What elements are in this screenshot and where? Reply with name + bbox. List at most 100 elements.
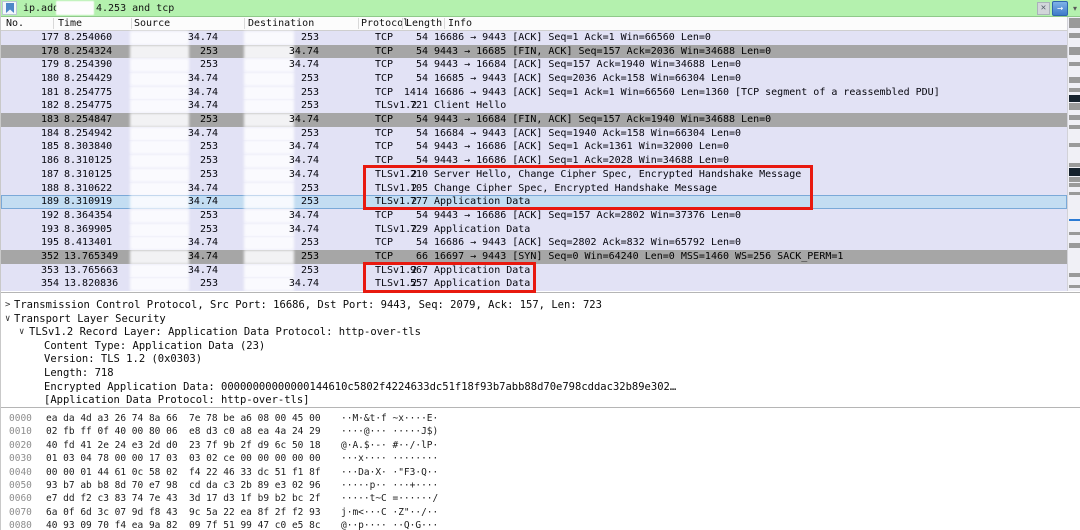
packet-no: 181 [19, 86, 59, 100]
packet-no: 192 [19, 209, 59, 223]
packet-list-header[interactable]: No.TimeSourceDestinationProtocolLengthIn… [1, 17, 1080, 31]
packet-destination: 34.74 [263, 58, 319, 72]
scrollbar-mark [1069, 219, 1080, 221]
filter-dropdown-arrow-icon[interactable]: ▾ [1070, 3, 1080, 14]
column-separator[interactable] [444, 18, 445, 29]
scrollbar-mark [1069, 168, 1080, 176]
expanded-arrow-icon[interactable]: ∨ [19, 325, 24, 339]
hex-dump-pane[interactable]: 0000ea da 4d a3 26 74 8a 66 7e 78 be a6 … [1, 407, 1080, 530]
filter-bookmark-button[interactable] [2, 1, 17, 15]
column-separator[interactable] [244, 18, 245, 29]
hex-row-0070[interactable]: 00706a 0f 6d 3c 07 9d f8 43 9c 5a 22 ea … [1, 506, 1080, 519]
hex-row-0020[interactable]: 002040 fd 41 2e 24 e3 2d d0 23 7f 9b 2f … [1, 439, 1080, 452]
hex-bytes: 00 00 01 44 61 0c 58 02 f4 22 46 33 dc 5… [46, 466, 321, 479]
collapsed-arrow-icon[interactable]: > [5, 298, 10, 312]
hex-offset: 0010 [9, 425, 32, 438]
packet-row-178[interactable]: 1788.25432425334.74TCP549443 → 16685 [FI… [1, 45, 1067, 59]
hex-row-0010[interactable]: 001002 fb ff 0f 40 00 80 06 e8 d3 c0 a8 … [1, 425, 1080, 438]
packet-list[interactable]: 1778.25406034.74253TCP5416686 → 9443 [AC… [1, 31, 1067, 291]
packet-time: 8.310125 [64, 154, 112, 168]
packet-row-192[interactable]: 1928.36435425334.74TCP549443 → 16686 [AC… [1, 209, 1067, 223]
packet-length: 54 [389, 140, 428, 154]
display-filter-bar[interactable]: ip.addr eq 4.253 and tcp ✕ → ▾ [1, 0, 1080, 17]
detail-line[interactable]: Version: TLS 1.2 (0x0303) [1, 352, 1080, 366]
packet-row-183[interactable]: 1838.25484725334.74TCP549443 → 16684 [FI… [1, 113, 1067, 127]
apply-filter-button[interactable]: → [1052, 1, 1068, 16]
hex-ascii: ···x···· ········ [341, 452, 438, 465]
detail-line[interactable]: ∨TLSv1.2 Record Layer: Application Data … [1, 325, 1080, 339]
packet-source: 253 [161, 58, 218, 72]
hex-ascii: ·····t~C =······/ [341, 492, 438, 505]
packet-no: 353 [19, 264, 59, 278]
packet-details-pane[interactable]: >Transmission Control Protocol, Src Port… [1, 292, 1080, 406]
packet-row-180[interactable]: 1808.25442934.74253TCP5416685 → 9443 [AC… [1, 72, 1067, 86]
packet-row-182[interactable]: 1828.25477534.74253TLSv1.2721Client Hell… [1, 99, 1067, 113]
detail-line[interactable]: Content Type: Application Data (23) [1, 339, 1080, 353]
hex-row-0080[interactable]: 008040 93 09 70 f4 ea 9a 82 09 7f 51 99 … [1, 519, 1080, 530]
packet-no: 354 [19, 277, 59, 291]
packet-destination: 34.74 [263, 113, 319, 127]
packet-no: 185 [19, 140, 59, 154]
packet-no: 177 [19, 31, 59, 45]
detail-line[interactable]: Encrypted Application Data: 000000000000… [1, 380, 1080, 394]
hex-bytes: 40 fd 41 2e 24 e3 2d d0 23 7f 9b 2f d9 6… [46, 439, 321, 452]
detail-text: Encrypted Application Data: 000000000000… [44, 380, 676, 394]
hex-offset: 0000 [9, 412, 32, 425]
packet-time: 8.254060 [64, 31, 112, 45]
packet-row-177[interactable]: 1778.25406034.74253TCP5416686 → 9443 [AC… [1, 31, 1067, 45]
hex-row-0040[interactable]: 004000 00 01 44 61 0c 58 02 f4 22 46 33 … [1, 466, 1080, 479]
hex-row-0000[interactable]: 0000ea da 4d a3 26 74 8a 66 7e 78 be a6 … [1, 412, 1080, 425]
hex-offset: 0080 [9, 519, 32, 530]
detail-line[interactable]: [Application Data Protocol: http-over-tl… [1, 393, 1080, 407]
packet-row-185[interactable]: 1858.30384025334.74TCP549443 → 16686 [AC… [1, 140, 1067, 154]
column-separator[interactable] [53, 18, 54, 29]
detail-line[interactable]: ∨ Transport Layer Security [1, 312, 1080, 326]
packet-no: 352 [19, 250, 59, 264]
scrollbar-mark [1069, 115, 1080, 120]
hex-ascii: j·m<···C ·Z"··/·· [341, 506, 438, 519]
detail-text: Length: 718 [44, 366, 114, 380]
column-header-source[interactable]: Source [134, 17, 170, 30]
packet-info: 9443 → 16686 [ACK] Seq=1 Ack=1361 Win=32… [434, 140, 729, 154]
column-separator[interactable] [358, 18, 359, 29]
column-header-info[interactable]: Info [448, 17, 472, 30]
packet-time: 8.254775 [64, 99, 112, 113]
column-header-no[interactable]: No. [6, 17, 24, 30]
hex-row-0050[interactable]: 005093 b7 ab b8 8d 70 e7 98 cd da c3 2b … [1, 479, 1080, 492]
scrollbar-mark [1069, 95, 1080, 102]
detail-line[interactable]: >Transmission Control Protocol, Src Port… [1, 298, 1080, 312]
packet-source: 253 [161, 113, 218, 127]
column-header-time[interactable]: Time [58, 17, 82, 30]
packet-row-195[interactable]: 1958.41340134.74253TCP5416686 → 9443 [AC… [1, 236, 1067, 250]
packet-time: 8.364354 [64, 209, 112, 223]
column-separator[interactable] [402, 18, 403, 29]
packet-list-scrollbar[interactable] [1067, 17, 1080, 291]
hex-row-0030[interactable]: 003001 03 04 78 00 00 17 03 03 02 ce 00 … [1, 452, 1080, 465]
hex-row-0060[interactable]: 0060e7 dd f2 c3 83 74 7e 43 3d 17 d3 1f … [1, 492, 1080, 505]
scrollbar-mark [1069, 33, 1080, 38]
packet-row-181[interactable]: 1818.25477534.74253TCP141416686 → 9443 [… [1, 86, 1067, 100]
column-separator[interactable] [131, 18, 132, 29]
packet-destination: 253 [263, 195, 319, 209]
detail-line[interactable]: Length: 718 [1, 366, 1080, 380]
packet-destination: 253 [263, 72, 319, 86]
packet-length: 54 [389, 72, 428, 86]
packet-info: Application Data [434, 223, 530, 237]
clear-filter-button[interactable]: ✕ [1037, 2, 1050, 15]
packet-destination: 34.74 [263, 140, 319, 154]
display-filter-input-suffix[interactable]: 4.253 and tcp [96, 1, 174, 16]
packet-info: 9443 → 16684 [FIN, ACK] Seq=157 Ack=1940… [434, 113, 771, 127]
column-header-destination[interactable]: Destination [248, 17, 314, 30]
packet-row-184[interactable]: 1848.25494234.74253TCP5416684 → 9443 [AC… [1, 127, 1067, 141]
packet-source: 253 [161, 45, 218, 59]
packet-row-193[interactable]: 1938.36990525334.74TLSv1.2729Application… [1, 223, 1067, 237]
filter-redaction-box [56, 1, 94, 15]
column-header-length[interactable]: Length [406, 17, 442, 30]
expanded-arrow-icon[interactable]: ∨ [5, 312, 10, 326]
scrollbar-mark [1069, 103, 1080, 110]
packet-row-179[interactable]: 1798.25439025334.74TCP549443 → 16684 [AC… [1, 58, 1067, 72]
detail-text: Transport Layer Security [14, 312, 166, 326]
packet-time: 8.254775 [64, 86, 112, 100]
packet-length: 54 [389, 58, 428, 72]
packet-no: 184 [19, 127, 59, 141]
